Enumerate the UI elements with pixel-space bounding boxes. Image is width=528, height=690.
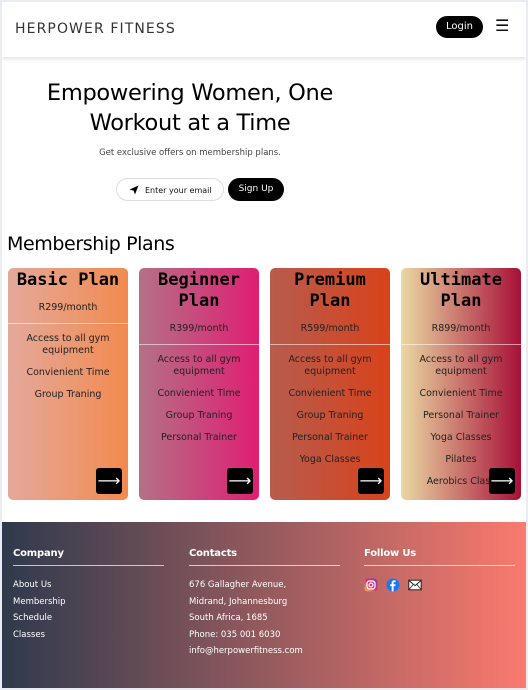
mail-icon[interactable] [408,577,422,591]
plan-feature: Yoga Classes [430,432,492,443]
select-plan-arrow-button[interactable]: ⟶ [358,468,384,494]
hero-title: Empowering Women, One Workout at a Time [15,78,365,138]
footer-follow-heading: Follow Us [364,548,417,559]
plan-title: Premium Plan [294,270,366,311]
plan-feature: Pilates [445,454,477,465]
plan-divider [8,323,128,324]
plan-divider [401,344,521,345]
plan-feature: Access to all gym equipment [157,354,241,377]
plan-divider [139,344,259,345]
plan-card-beginner: Beginner Plan R399/month Access to all g… [139,268,259,500]
plan-feature: Personal Trainer [292,432,368,443]
footer-email-link[interactable]: info@herpowerfitness.com [189,643,340,660]
plan-feature: Convienient Time [26,367,110,378]
site-footer: Company About Us Membership Schedule Cla… [2,522,526,688]
plan-feature: Personal Trainer [423,410,499,421]
footer-company-column: Company About Us Membership Schedule Cla… [13,548,164,643]
plan-feature: Access to all gym equipment [288,354,372,377]
plan-feature: Access to all gym equipment [419,354,503,377]
footer-address-line: South Africa, 1685 [189,613,268,623]
plan-feature: Convienient Time [157,388,241,399]
signup-button[interactable]: Sign Up [228,178,284,201]
hero-subtitle: Get exclusive offers on membership plans… [99,148,281,158]
hamburger-menu-icon[interactable]: ☰ [495,15,509,37]
hero-title-line-2: Workout at a Time [89,110,291,136]
footer-divider [13,565,164,566]
plan-feature: Group Traning [34,389,102,400]
plan-title: Ultimate Plan [420,270,502,311]
plan-title: Beginner Plan [158,270,240,311]
footer-divider [364,565,515,566]
send-icon [129,185,139,195]
hero-title-line-1: Empowering Women, One [46,80,334,106]
plan-title: Basic Plan [16,270,120,290]
footer-address-line: 676 Gallagher Avenue, [189,580,287,590]
brand-logo[interactable]: HERPOWER FITNESS [15,21,176,37]
facebook-icon[interactable] [386,577,400,592]
footer-contacts-heading: Contacts [189,548,237,559]
login-button[interactable]: Login [436,16,483,38]
plan-feature: Group Traning [165,410,233,421]
plan-feature: Yoga Classes [299,454,361,465]
footer-link-classes[interactable]: Classes [13,627,164,644]
plan-price: R399/month [169,323,229,334]
plan-card-ultimate: Ultimate Plan R899/month Access to all g… [401,268,521,500]
plan-feature: Access to all gym equipment [26,333,110,356]
footer-divider [189,565,340,566]
footer-link-schedule[interactable]: Schedule [13,610,164,627]
email-field-container[interactable] [116,178,224,201]
footer-link-membership[interactable]: Membership [13,594,164,611]
footer-link-about[interactable]: About Us [13,577,164,594]
plan-card-basic: Basic Plan R299/month Access to all gym … [8,268,128,500]
footer-follow-column: Follow Us [364,548,515,592]
plan-card-premium: Premium Plan R599/month Access to all gy… [270,268,390,500]
footer-phone: Phone: 035 001 6030 [189,629,281,640]
plan-feature: Personal Trainer [161,432,237,443]
select-plan-arrow-button[interactable]: ⟶ [96,468,122,494]
top-navbar: HERPOWER FITNESS Login ☰ [2,2,526,57]
footer-contacts-column: Contacts 676 Gallagher Avenue, Midrand, … [189,548,340,660]
membership-plans-heading: Membership Plans [7,233,175,255]
plan-feature: Convienient Time [288,388,372,399]
select-plan-arrow-button[interactable]: ⟶ [227,468,253,494]
instagram-icon[interactable] [364,577,378,592]
plan-price: R899/month [431,323,491,334]
plan-divider [270,344,390,345]
plan-price: R599/month [300,323,360,334]
email-input[interactable] [145,183,221,197]
plan-feature: Convienient Time [419,388,503,399]
plan-price: R299/month [38,302,98,313]
footer-address-line: Midrand, Johannesburg [189,596,288,607]
page: HERPOWER FITNESS Login ☰ Empowering Wome… [2,2,526,688]
social-icons [364,577,515,592]
footer-company-heading: Company [13,548,64,559]
plan-feature: Group Traning [296,410,364,421]
select-plan-arrow-button[interactable]: ⟶ [489,468,515,494]
